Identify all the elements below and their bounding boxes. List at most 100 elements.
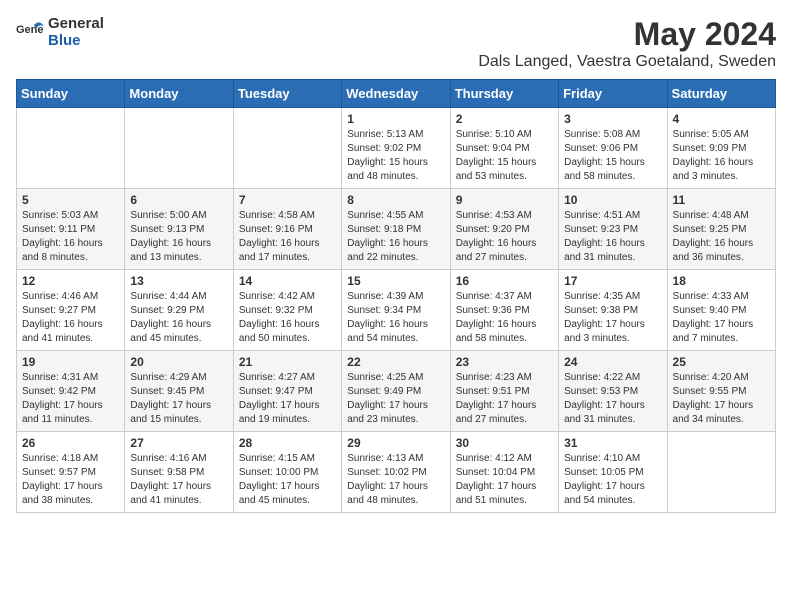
day-number: 12	[22, 274, 119, 288]
calendar-day-cell: 10 Sunrise: 4:51 AMSunset: 9:23 PMDayligh…	[559, 189, 667, 270]
weekday-header-cell: Sunday	[17, 80, 125, 108]
day-info: Sunrise: 5:05 AMSunset: 9:09 PMDaylight:…	[673, 128, 770, 184]
day-number: 4	[673, 112, 770, 126]
day-number: 16	[456, 274, 553, 288]
day-info: Sunrise: 4:22 AMSunset: 9:53 PMDaylight:…	[564, 371, 661, 427]
day-number: 28	[239, 436, 336, 450]
day-number: 8	[347, 193, 444, 207]
day-info: Sunrise: 5:10 AMSunset: 9:04 PMDaylight:…	[456, 128, 553, 184]
day-number: 15	[347, 274, 444, 288]
calendar-day-cell: 26Sunrise: 4:18 AMSunset: 9:57 PMDayligh…	[17, 432, 125, 513]
day-info: Sunrise: 4:35 AMSunset: 9:38 PMDaylight:…	[564, 290, 661, 346]
day-number: 25	[673, 355, 770, 369]
weekday-header-cell: Thursday	[450, 80, 558, 108]
day-info: Sunrise: 5:13 AMSunset: 9:02 PMDaylight:…	[347, 128, 444, 184]
calendar-day-cell: 28 Sunrise: 4:15 AMSunset: 10:00 PMDaylig…	[233, 432, 341, 513]
calendar-day-cell: 22 Sunrise: 4:25 AMSunset: 9:49 PMDayligh…	[342, 351, 450, 432]
logo: General General Blue	[16, 16, 104, 49]
day-number: 1	[347, 112, 444, 126]
logo-text-general: General	[48, 16, 104, 33]
day-number: 24	[564, 355, 661, 369]
day-info: Sunrise: 4:48 AMSunset: 9:25 PMDaylight:…	[673, 209, 770, 265]
day-info: Sunrise: 4:51 AMSunset: 9:23 PMDaylight:…	[564, 209, 661, 265]
day-number: 26	[22, 436, 119, 450]
calendar-day-cell	[233, 108, 341, 189]
calendar-day-cell: 3 Sunrise: 5:08 AMSunset: 9:06 PMDaylight…	[559, 108, 667, 189]
title-area: May 2024 Dals Langed, Vaestra Goetaland,…	[478, 16, 776, 71]
calendar-day-cell: 6 Sunrise: 5:00 AMSunset: 9:13 PMDaylight…	[125, 189, 233, 270]
calendar-day-cell: 23 Sunrise: 4:23 AMSunset: 9:51 PMDayligh…	[450, 351, 558, 432]
day-info: Sunrise: 4:37 AMSunset: 9:36 PMDaylight:…	[456, 290, 553, 346]
calendar-day-cell: 4 Sunrise: 5:05 AMSunset: 9:09 PMDaylight…	[667, 108, 775, 189]
day-number: 6	[130, 193, 227, 207]
calendar-day-cell: 12 Sunrise: 4:46 AMSunset: 9:27 PMDayligh…	[17, 270, 125, 351]
weekday-header-cell: Saturday	[667, 80, 775, 108]
day-info: Sunrise: 4:42 AMSunset: 9:32 PMDaylight:…	[239, 290, 336, 346]
weekday-header-cell: Monday	[125, 80, 233, 108]
calendar-day-cell: 11 Sunrise: 4:48 AMSunset: 9:25 PMDayligh…	[667, 189, 775, 270]
day-info: Sunrise: 5:03 AMSunset: 9:11 PMDaylight:…	[22, 209, 119, 265]
day-number: 13	[130, 274, 227, 288]
day-number: 2	[456, 112, 553, 126]
day-info: Sunrise: 4:15 AMSunset: 10:00 PMDaylight…	[239, 452, 336, 508]
calendar-day-cell: 19Sunrise: 4:31 AMSunset: 9:42 PMDayligh…	[17, 351, 125, 432]
day-info: Sunrise: 4:12 AMSunset: 10:04 PMDaylight…	[456, 452, 553, 508]
day-number: 22	[347, 355, 444, 369]
page-header: General General Blue May 2024 Dals Lange…	[16, 16, 776, 71]
day-number: 27	[130, 436, 227, 450]
weekday-header-cell: Tuesday	[233, 80, 341, 108]
location-title: Dals Langed, Vaestra Goetaland, Sweden	[478, 53, 776, 71]
calendar-week-row: 26Sunrise: 4:18 AMSunset: 9:57 PMDayligh…	[17, 432, 776, 513]
calendar-body: 1 Sunrise: 5:13 AMSunset: 9:02 PMDaylight…	[17, 108, 776, 513]
day-number: 10	[564, 193, 661, 207]
calendar-week-row: 1 Sunrise: 5:13 AMSunset: 9:02 PMDaylight…	[17, 108, 776, 189]
calendar-day-cell: 24 Sunrise: 4:22 AMSunset: 9:53 PMDayligh…	[559, 351, 667, 432]
calendar-table: SundayMondayTuesdayWednesdayThursdayFrid…	[16, 79, 776, 513]
calendar-day-cell: 18 Sunrise: 4:33 AMSunset: 9:40 PMDayligh…	[667, 270, 775, 351]
calendar-day-cell: 25 Sunrise: 4:20 AMSunset: 9:55 PMDayligh…	[667, 351, 775, 432]
day-number: 21	[239, 355, 336, 369]
day-number: 23	[456, 355, 553, 369]
day-info: Sunrise: 4:46 AMSunset: 9:27 PMDaylight:…	[22, 290, 119, 346]
day-number: 11	[673, 193, 770, 207]
day-number: 18	[673, 274, 770, 288]
calendar-day-cell: 17Sunrise: 4:35 AMSunset: 9:38 PMDayligh…	[559, 270, 667, 351]
calendar-week-row: 5 Sunrise: 5:03 AMSunset: 9:11 PMDaylight…	[17, 189, 776, 270]
day-number: 5	[22, 193, 119, 207]
day-info: Sunrise: 4:58 AMSunset: 9:16 PMDaylight:…	[239, 209, 336, 265]
day-info: Sunrise: 4:25 AMSunset: 9:49 PMDaylight:…	[347, 371, 444, 427]
day-number: 14	[239, 274, 336, 288]
calendar-week-row: 19Sunrise: 4:31 AMSunset: 9:42 PMDayligh…	[17, 351, 776, 432]
calendar-day-cell	[667, 432, 775, 513]
calendar-day-cell: 14 Sunrise: 4:42 AMSunset: 9:32 PMDayligh…	[233, 270, 341, 351]
calendar-day-cell	[125, 108, 233, 189]
calendar-day-cell: 1 Sunrise: 5:13 AMSunset: 9:02 PMDaylight…	[342, 108, 450, 189]
month-title: May 2024	[478, 16, 776, 53]
calendar-day-cell: 30 Sunrise: 4:12 AMSunset: 10:04 PMDaylig…	[450, 432, 558, 513]
day-info: Sunrise: 5:00 AMSunset: 9:13 PMDaylight:…	[130, 209, 227, 265]
day-info: Sunrise: 4:16 AMSunset: 9:58 PMDaylight:…	[130, 452, 227, 508]
calendar-day-cell: 2 Sunrise: 5:10 AMSunset: 9:04 PMDaylight…	[450, 108, 558, 189]
svg-text:General: General	[16, 24, 44, 36]
day-number: 3	[564, 112, 661, 126]
day-number: 30	[456, 436, 553, 450]
day-info: Sunrise: 4:23 AMSunset: 9:51 PMDaylight:…	[456, 371, 553, 427]
day-number: 29	[347, 436, 444, 450]
calendar-day-cell	[17, 108, 125, 189]
calendar-day-cell: 20Sunrise: 4:29 AMSunset: 9:45 PMDayligh…	[125, 351, 233, 432]
weekday-header-cell: Wednesday	[342, 80, 450, 108]
weekday-header-cell: Friday	[559, 80, 667, 108]
calendar-day-cell: 5 Sunrise: 5:03 AMSunset: 9:11 PMDaylight…	[17, 189, 125, 270]
calendar-day-cell: 13Sunrise: 4:44 AMSunset: 9:29 PMDayligh…	[125, 270, 233, 351]
day-info: Sunrise: 5:08 AMSunset: 9:06 PMDaylight:…	[564, 128, 661, 184]
day-info: Sunrise: 4:20 AMSunset: 9:55 PMDaylight:…	[673, 371, 770, 427]
day-info: Sunrise: 4:10 AMSunset: 10:05 PMDaylight…	[564, 452, 661, 508]
day-info: Sunrise: 4:13 AMSunset: 10:02 PMDaylight…	[347, 452, 444, 508]
day-number: 20	[130, 355, 227, 369]
logo-text-blue: Blue	[48, 33, 104, 50]
day-info: Sunrise: 4:53 AMSunset: 9:20 PMDaylight:…	[456, 209, 553, 265]
calendar-day-cell: 29 Sunrise: 4:13 AMSunset: 10:02 PMDaylig…	[342, 432, 450, 513]
day-info: Sunrise: 4:55 AMSunset: 9:18 PMDaylight:…	[347, 209, 444, 265]
calendar-day-cell: 16 Sunrise: 4:37 AMSunset: 9:36 PMDayligh…	[450, 270, 558, 351]
day-info: Sunrise: 4:33 AMSunset: 9:40 PMDaylight:…	[673, 290, 770, 346]
